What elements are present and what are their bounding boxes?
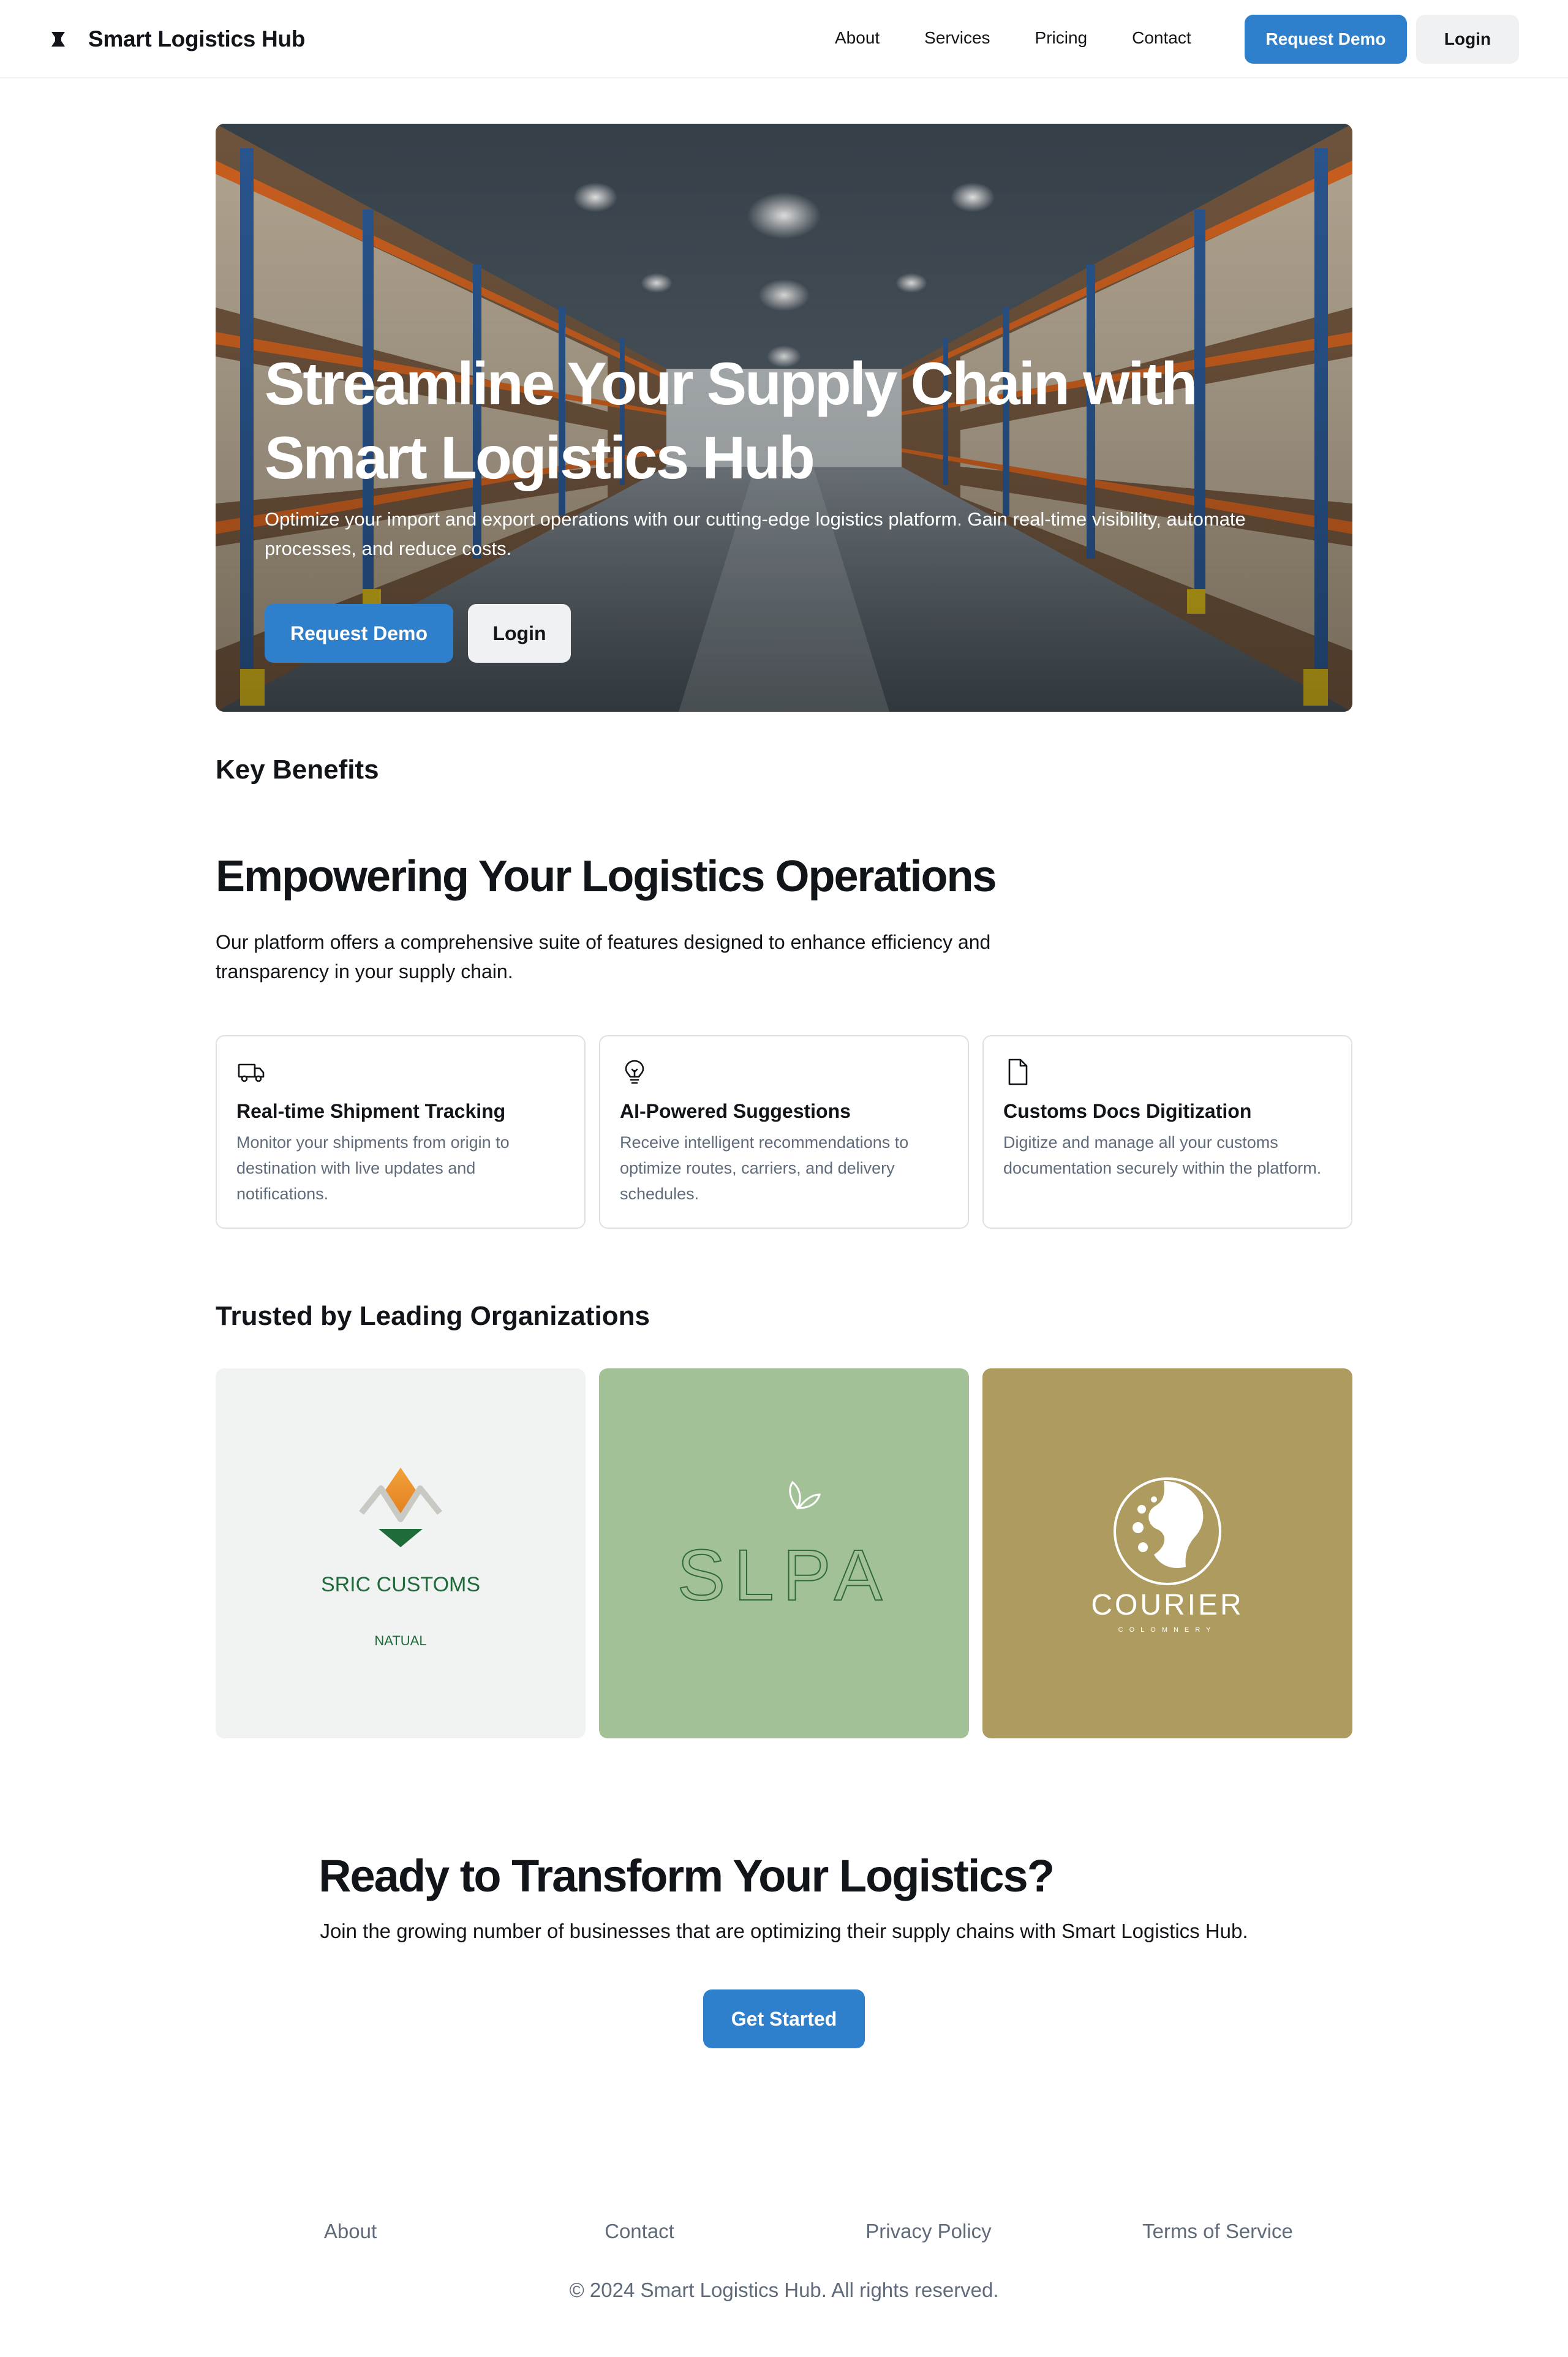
partner-logo-slpa: SLPA <box>599 1368 969 1738</box>
document-icon <box>1008 1058 1028 1085</box>
footer-link-privacy[interactable]: Privacy Policy <box>800 2220 1057 2243</box>
slpa-leaf-icon: SLPA <box>677 1480 891 1616</box>
nav-link-services[interactable]: Services <box>924 27 990 49</box>
nav-link-contact[interactable]: Contact <box>1132 27 1191 49</box>
partner-logo-courier: COURIER COLOMNERY <box>982 1368 1352 1738</box>
courier-logo-tagline: COLOMNERY <box>1118 1626 1217 1634</box>
footer-link-terms[interactable]: Terms of Service <box>1089 2220 1346 2243</box>
feature-card-title: AI-Powered Suggestions <box>620 1100 851 1122</box>
top-navigation: Smart Logistics Hub About Services Prici… <box>0 0 1568 78</box>
cta-title: Ready to Transform Your Logistics? <box>318 1850 1055 1901</box>
nav-login-button[interactable]: Login <box>1416 15 1519 64</box>
nav-request-demo-button[interactable]: Request Demo <box>1245 15 1407 64</box>
feature-card-description: Monitor your shipments from origin to de… <box>236 1133 510 1203</box>
cta-subtitle: Join the growing number of businesses th… <box>320 1920 1248 1942</box>
feature-card-ai: AI-Powered Suggestions Receive intellige… <box>599 1035 969 1229</box>
sric-logo-tagline: NATUAL <box>374 1633 426 1648</box>
feature-card-customs: Customs Docs Digitization Digitize and m… <box>982 1035 1352 1229</box>
footer-copyright: © 2024 Smart Logistics Hub. All rights r… <box>569 2279 999 2301</box>
hero-title: Streamline Your Supply Chain with Smart … <box>265 350 1197 491</box>
benefits-subtitle: Our platform offers a comprehensive suit… <box>216 931 991 982</box>
truck-icon <box>238 1063 265 1082</box>
nav-links: About Services Pricing Contact <box>835 27 1191 49</box>
get-started-button[interactable]: Get Started <box>703 1989 865 2048</box>
lightbulb-icon <box>625 1060 644 1084</box>
key-benefits-heading: Key Benefits <box>216 755 379 785</box>
partner-logo-sric: SRIC CUSTOMS NATUAL <box>216 1368 586 1738</box>
courier-logo-name: COURIER <box>1091 1589 1243 1621</box>
brand[interactable]: Smart Logistics Hub <box>49 23 305 55</box>
hero-banner: Streamline Your Supply Chain with Smart … <box>216 124 1352 712</box>
trusted-title: Trusted by Leading Organizations <box>216 1301 650 1331</box>
hero-request-demo-button[interactable]: Request Demo <box>265 604 453 663</box>
feature-card-description: Receive intelligent recommendations to o… <box>620 1133 909 1203</box>
sric-logo-name: SRIC CUSTOMS <box>321 1573 480 1596</box>
feature-card-title: Real-time Shipment Tracking <box>236 1100 506 1122</box>
feature-card-title: Customs Docs Digitization <box>1003 1100 1252 1122</box>
benefits-title: Empowering Your Logistics Operations <box>216 852 997 901</box>
courier-emblem-icon: COURIER COLOMNERY <box>1091 1477 1243 1634</box>
hero-login-button[interactable]: Login <box>468 604 571 663</box>
logo-icon <box>51 32 65 47</box>
sric-emblem-icon: SRIC CUSTOMS NATUAL <box>321 1468 480 1648</box>
footer-link-about[interactable]: About <box>222 2220 479 2243</box>
brand-name: Smart Logistics Hub <box>88 26 306 51</box>
feature-card-description: Digitize and manage all your customs doc… <box>1003 1133 1322 1177</box>
footer-link-contact[interactable]: Contact <box>511 2220 768 2243</box>
hero-subtitle: Optimize your import and export operatio… <box>265 508 1246 559</box>
nav-link-pricing[interactable]: Pricing <box>1035 27 1088 49</box>
feature-card-tracking: Real-time Shipment Tracking Monitor your… <box>216 1035 586 1229</box>
slpa-logo-name: SLPA <box>677 1535 891 1616</box>
nav-link-about[interactable]: About <box>835 27 880 49</box>
